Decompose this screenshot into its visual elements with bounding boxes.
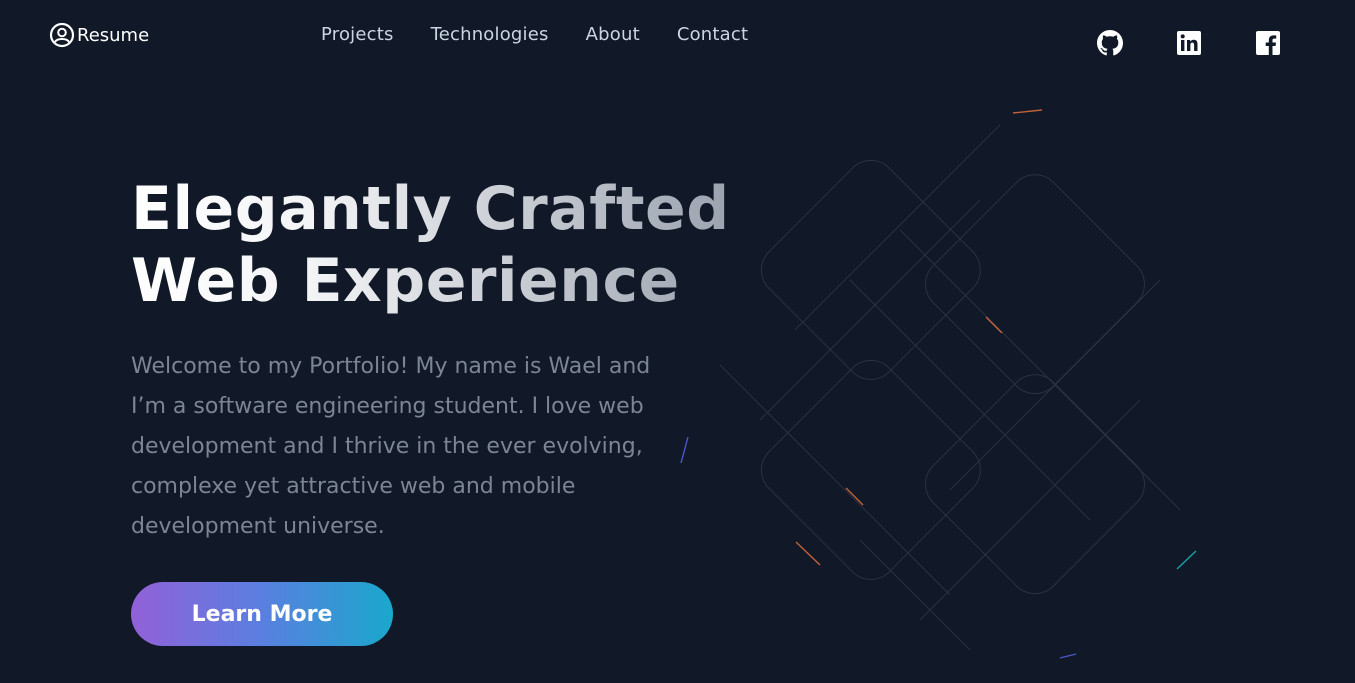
hero-title-line-2: Web Experience (131, 246, 680, 316)
linkedin-icon[interactable] (1176, 30, 1202, 56)
social-links (1097, 30, 1281, 56)
decorative-grid-art (680, 109, 1197, 659)
resume-label: Resume (77, 24, 150, 46)
nav-about[interactable]: About (586, 24, 640, 45)
hero-description: Welcome to my Portfolio! My name is Wael… (131, 354, 651, 539)
facebook-icon[interactable] (1255, 30, 1281, 56)
hero-title: Elegantly Crafted Web Experience (131, 173, 730, 317)
nav-contact[interactable]: Contact (677, 24, 748, 45)
nav-technologies[interactable]: Technologies (431, 24, 549, 45)
github-icon[interactable] (1097, 30, 1123, 56)
nav-projects[interactable]: Projects (321, 24, 394, 45)
learn-more-button[interactable]: Learn More (131, 582, 393, 646)
resume-link[interactable]: Resume (49, 22, 149, 48)
main-nav: Projects Technologies About Contact (321, 24, 748, 45)
hero-title-line-1: Elegantly Crafted (131, 174, 730, 244)
user-circle-icon (49, 22, 75, 48)
portfolio-page: Resume Projects Technologies About Conta… (0, 0, 1355, 683)
